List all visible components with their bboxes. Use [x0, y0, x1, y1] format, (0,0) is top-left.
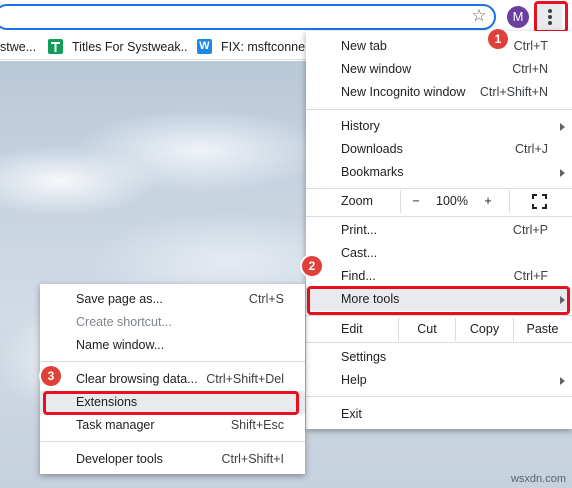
bookmark-item[interactable]: Titles For Systweak... [72, 39, 188, 55]
menu-item-label: Settings [341, 350, 387, 364]
menu-separator [306, 342, 572, 343]
more-tools-submenu: Save page as... Ctrl+S Create shortcut..… [40, 284, 305, 474]
menu-item-label: New window [341, 62, 412, 76]
submenu-item-save-page[interactable]: Save page as... Ctrl+S [40, 288, 305, 311]
menu-item-shortcut: Ctrl+Shift+I [221, 452, 284, 466]
menu-item-label: Bookmarks [341, 165, 404, 179]
w-site-icon: W [197, 39, 212, 54]
menu-item-label: Save page as... [76, 292, 163, 306]
menu-item-bookmarks[interactable]: Bookmarks [306, 161, 572, 184]
menu-item-settings[interactable]: Settings [306, 346, 572, 369]
fullscreen-icon[interactable] [532, 194, 547, 209]
zoom-out-button[interactable]: − [408, 190, 424, 213]
menu-item-shortcut: Ctrl+J [515, 142, 548, 156]
menu-item-label: Create shortcut... [76, 315, 172, 329]
menu-item-label: History [341, 119, 380, 133]
menu-item-cast[interactable]: Cast... [306, 242, 572, 265]
chrome-main-menu: New tab Ctrl+T New window Ctrl+N New Inc… [306, 31, 572, 429]
zoom-value: 100% [436, 194, 468, 208]
menu-item-label: Downloads [341, 142, 403, 156]
highlight-box-extensions [43, 391, 299, 415]
menu-item-print[interactable]: Print... Ctrl+P [306, 219, 572, 242]
submenu-item-developer-tools[interactable]: Developer tools Ctrl+Shift+I [40, 448, 305, 471]
sheets-icon [48, 39, 63, 54]
menu-item-find[interactable]: Find... Ctrl+F [306, 265, 572, 288]
menu-separator [306, 396, 572, 397]
menu-item-new-tab[interactable]: New tab Ctrl+T [306, 35, 572, 58]
menu-separator [306, 188, 572, 189]
divider [400, 190, 401, 213]
menu-item-label: Print... [341, 223, 378, 237]
menu-item-shortcut: Ctrl+T [513, 39, 548, 53]
bookmark-item[interactable]: FIX: msftconnect... [221, 39, 305, 55]
divider [509, 190, 510, 213]
menu-item-history[interactable]: History [306, 115, 572, 138]
menu-item-label: Clear browsing data... [76, 372, 198, 386]
menu-item-shortcut: Ctrl+P [512, 223, 548, 237]
paste-button[interactable]: Paste [513, 318, 572, 341]
submenu-item-name-window[interactable]: Name window... [40, 334, 305, 357]
profile-avatar[interactable]: M [507, 6, 529, 28]
menu-item-shortcut: Shift+Esc [230, 418, 284, 432]
highlight-box-more-tools [307, 286, 570, 315]
menu-separator [306, 109, 572, 110]
menu-item-label: Developer tools [76, 452, 163, 466]
menu-item-shortcut: Ctrl+S [248, 292, 284, 306]
step-badge-2: 2 [302, 256, 322, 276]
menu-item-label: Help [341, 373, 367, 387]
cut-button[interactable]: Cut [398, 318, 456, 341]
menu-item-help[interactable]: Help [306, 369, 572, 392]
menu-item-shortcut: Ctrl+Shift+N [479, 85, 548, 99]
zoom-row: Zoom − 100% + [306, 190, 572, 213]
step-badge-1: 1 [488, 29, 508, 49]
bookmark-star-icon[interactable]: ☆ [470, 7, 488, 25]
menu-separator [40, 441, 305, 442]
submenu-arrow-icon [560, 169, 565, 177]
menu-item-shortcut: Ctrl+N [512, 62, 548, 76]
submenu-item-task-manager[interactable]: Task manager Shift+Esc [40, 414, 305, 437]
zoom-label: Zoom [341, 194, 373, 208]
submenu-item-clear-browsing-data[interactable]: Clear browsing data... Ctrl+Shift+Del [40, 368, 305, 391]
submenu-arrow-icon [560, 123, 565, 131]
zoom-in-button[interactable]: + [480, 190, 496, 213]
menu-item-label: Cast... [341, 246, 378, 260]
watermark: wsxdn.com [510, 473, 566, 485]
menu-separator [306, 216, 572, 217]
highlight-box-menu-button [534, 1, 568, 33]
menu-item-downloads[interactable]: Downloads Ctrl+J [306, 138, 572, 161]
menu-item-label: Task manager [76, 418, 155, 432]
menu-item-label: Find... [341, 269, 376, 283]
menu-item-label: New tab [341, 39, 387, 53]
submenu-arrow-icon [560, 377, 565, 385]
menu-item-shortcut: Ctrl+F [513, 269, 548, 283]
menu-item-new-incognito[interactable]: New Incognito window Ctrl+Shift+N [306, 81, 572, 104]
menu-item-shortcut: Ctrl+Shift+Del [206, 372, 284, 386]
copy-button[interactable]: Copy [456, 318, 513, 341]
edit-row: Edit Cut Copy Paste [306, 318, 572, 341]
menu-item-label: Exit [341, 407, 362, 421]
address-bar[interactable] [0, 4, 496, 30]
menu-item-exit[interactable]: Exit [306, 403, 572, 426]
menu-item-new-window[interactable]: New window Ctrl+N [306, 58, 572, 81]
menu-separator [306, 315, 572, 316]
menu-separator [40, 361, 305, 362]
browser-toolbar: ☆ M [0, 0, 572, 34]
bookmark-item[interactable]: stwe... [0, 39, 36, 55]
menu-item-label: Name window... [76, 338, 165, 352]
menu-item-label: New Incognito window [341, 85, 466, 99]
submenu-item-create-shortcut: Create shortcut... [40, 311, 305, 334]
edit-label: Edit [341, 322, 363, 336]
step-badge-3: 3 [41, 366, 61, 386]
